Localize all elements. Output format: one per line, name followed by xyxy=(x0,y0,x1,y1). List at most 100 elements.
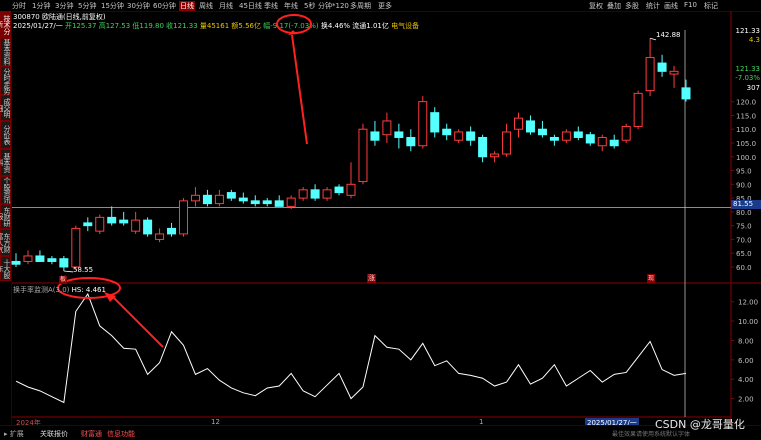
candle-body[interactable] xyxy=(167,227,177,235)
candle-body[interactable] xyxy=(71,227,81,268)
bottom-toolbar: ▸ 扩展 关联报价 财富通 信息功能 最佳效果请使用系统默认字体 xyxy=(0,425,761,440)
candle-body[interactable] xyxy=(59,258,69,268)
candle-body[interactable] xyxy=(669,70,679,75)
price-tick-label: 95.0 xyxy=(736,168,752,176)
indicator-tick-label: 12.00 xyxy=(738,299,758,307)
candle-body[interactable] xyxy=(681,87,691,100)
indicator-tick-label: 10.00 xyxy=(738,318,758,326)
candle-body[interactable] xyxy=(23,255,33,262)
price-tick-label: 110.0 xyxy=(736,126,756,134)
caifutong-tab[interactable]: 财富通 xyxy=(81,429,102,439)
candle-body[interactable] xyxy=(250,200,260,205)
price-tick-label: 105.0 xyxy=(736,140,756,148)
candle-body[interactable] xyxy=(657,62,667,72)
candle-body[interactable] xyxy=(466,131,476,141)
kline-chart[interactable]: 120.0115.0110.0105.0100.095.090.085.080.… xyxy=(0,0,761,439)
price-tick-label: 100.0 xyxy=(736,154,756,162)
indicator-tick-label: 6.00 xyxy=(738,357,754,365)
candle-body[interactable] xyxy=(334,186,344,194)
watermark: CSDN @龙哥量化 xyxy=(655,418,745,431)
annotation-ellipse-turnover xyxy=(276,14,312,34)
price-tick-label: 60.0 xyxy=(736,264,752,272)
candle-body[interactable] xyxy=(274,200,284,207)
quote-price: 121.33 xyxy=(735,65,761,73)
candle-body[interactable] xyxy=(621,125,631,141)
candle-body[interactable] xyxy=(143,219,153,235)
candle-body[interactable] xyxy=(358,128,368,183)
candle-body[interactable] xyxy=(597,136,607,147)
candle-body[interactable] xyxy=(609,139,619,147)
max-price-label: 142.88 xyxy=(656,31,681,39)
candle-body[interactable] xyxy=(490,153,500,158)
candle-body[interactable] xyxy=(561,131,571,141)
board-marker[interactable]: 板 xyxy=(59,276,67,284)
candle-body[interactable] xyxy=(454,131,464,141)
right-quote-panel: 121.33 4.3 121.33 -7.03% 307 xyxy=(734,22,761,100)
candle-body[interactable] xyxy=(11,260,21,265)
candle-body[interactable] xyxy=(645,57,655,92)
candle-body[interactable] xyxy=(214,194,224,205)
quote-close: 121.33 xyxy=(735,27,761,35)
candle-body[interactable] xyxy=(238,197,248,202)
quote-change: -7.03% xyxy=(735,74,760,82)
candle-body[interactable] xyxy=(370,131,380,141)
annotation-arrow-line-2 xyxy=(111,295,164,348)
quote-volume: 307 xyxy=(746,84,760,92)
candle-body[interactable] xyxy=(322,189,332,199)
min-price-label: 58.55 xyxy=(73,266,94,274)
candle-body[interactable] xyxy=(382,120,392,136)
indicator-tick-label: 8.00 xyxy=(738,337,754,345)
candle-body[interactable] xyxy=(155,233,165,240)
related-quote-tab[interactable]: 关联报价 xyxy=(40,429,68,439)
candle-body[interactable] xyxy=(179,200,188,235)
candle-body[interactable] xyxy=(262,200,272,205)
candle-body[interactable] xyxy=(478,136,488,158)
expand-tab-label: 扩展 xyxy=(9,430,24,438)
candle-body[interactable] xyxy=(202,194,212,205)
price-tick-label: 75.0 xyxy=(736,223,752,231)
candle-body[interactable] xyxy=(633,92,643,127)
candle-body[interactable] xyxy=(394,131,404,138)
quote-turnover: 4.3 xyxy=(748,36,760,44)
candle-body[interactable] xyxy=(298,189,308,199)
candle-body[interactable] xyxy=(418,101,428,147)
candle-body[interactable] xyxy=(35,255,45,262)
candle-body[interactable] xyxy=(286,197,296,207)
min-price-pointer xyxy=(63,270,74,273)
candle-body[interactable] xyxy=(502,131,512,155)
candle-body[interactable] xyxy=(310,189,320,199)
board-marker-2[interactable]: 现 xyxy=(647,274,655,283)
annotation-arrow-line-1 xyxy=(291,34,308,145)
candle-body[interactable] xyxy=(47,258,57,262)
indicator-tick-label: 4.00 xyxy=(738,376,754,384)
candle-body[interactable] xyxy=(585,134,595,144)
price-tick-label: 70.0 xyxy=(736,236,752,244)
candle-body[interactable] xyxy=(514,117,523,130)
indicator-header[interactable]: 换手率监测A(3,0) HS: 4.461 xyxy=(13,285,106,295)
indicator-value: HS: 4.461 xyxy=(71,286,106,294)
price-tick-label: 80.0 xyxy=(736,209,752,217)
candle-body[interactable] xyxy=(549,136,559,141)
turnover-indicator-line[interactable] xyxy=(15,292,687,404)
info-function-tab[interactable]: 信息功能 xyxy=(107,429,135,439)
limit-up-marker[interactable]: 涨 xyxy=(367,274,376,283)
candle-body[interactable] xyxy=(406,136,416,147)
indicator-name[interactable]: 换手率监测A(3,0) xyxy=(13,286,69,294)
candle-body[interactable] xyxy=(525,120,535,133)
candle-body[interactable] xyxy=(537,128,547,136)
candle-body[interactable] xyxy=(573,131,583,138)
candle-body[interactable] xyxy=(131,219,141,232)
candle-body[interactable] xyxy=(95,216,105,232)
crosshair-price: 81.55 xyxy=(731,200,761,209)
candle-body[interactable] xyxy=(346,183,356,196)
candle-body[interactable] xyxy=(107,216,117,224)
candle-body[interactable] xyxy=(226,192,236,199)
candle-body[interactable] xyxy=(119,219,129,224)
candle-body[interactable] xyxy=(190,194,200,202)
candle-body[interactable] xyxy=(430,112,440,133)
price-tick-label: 90.0 xyxy=(736,181,752,189)
candle-body[interactable] xyxy=(442,128,452,136)
indicator-tick-label: 2.00 xyxy=(738,396,754,404)
candle-body[interactable] xyxy=(83,222,93,227)
expand-tab[interactable]: ▸ 扩展 xyxy=(4,429,24,439)
